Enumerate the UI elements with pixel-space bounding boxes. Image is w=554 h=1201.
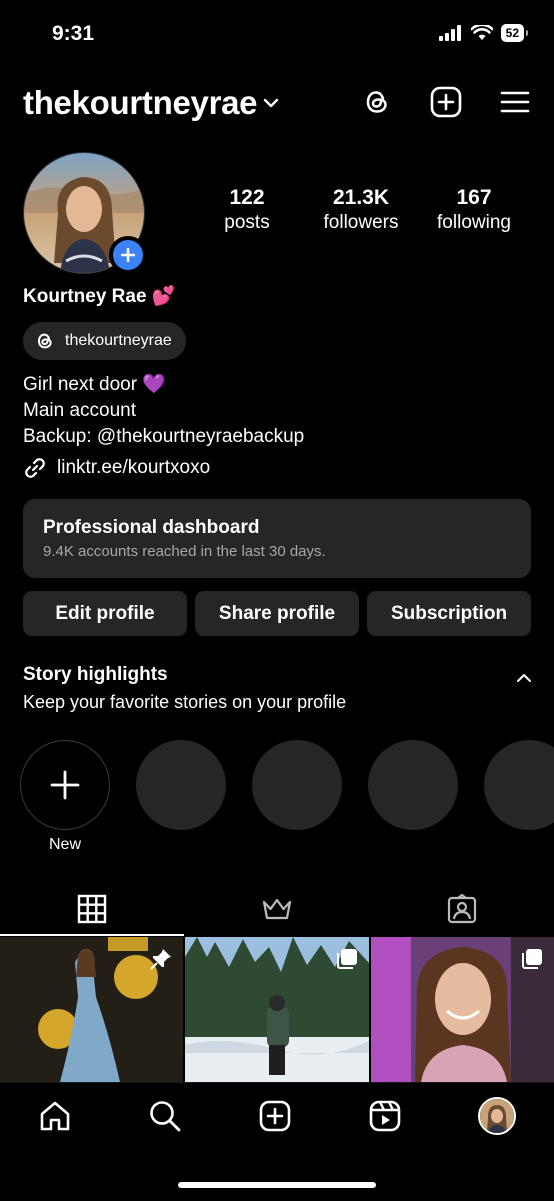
search-icon[interactable] [148, 1099, 182, 1133]
edit-profile-button[interactable]: Edit profile [23, 591, 187, 636]
highlight-placeholder [368, 740, 458, 830]
stat-label: posts [224, 212, 270, 233]
tab-posts-grid[interactable] [0, 884, 184, 934]
grid-icon [77, 894, 107, 924]
threads-handle: thekourtneyrae [65, 332, 172, 349]
create-icon[interactable] [258, 1099, 292, 1133]
post-grid [0, 937, 554, 1082]
stat-label: followers [323, 212, 399, 233]
post-thumbnail[interactable] [370, 937, 554, 1082]
tagged-person-icon [447, 893, 477, 924]
threads-badge[interactable]: thekourtneyrae [23, 322, 186, 360]
subscription-button[interactable]: Subscription [367, 591, 531, 636]
menu-icon[interactable] [500, 90, 530, 114]
new-highlight-button[interactable] [20, 740, 110, 830]
signal-icon [438, 25, 461, 41]
highlights-row [20, 740, 554, 830]
link-text: linktr.ee/kourtxoxo [57, 457, 211, 478]
highlights-subtitle: Keep your favorite stories on your profi… [23, 692, 347, 712]
bio-line: Main account [23, 400, 137, 421]
carousel-icon [336, 949, 357, 969]
share-profile-button[interactable]: Share profile [195, 591, 359, 636]
status-time: 9:31 [52, 22, 95, 45]
bio-line: Girl next door 💜 [23, 374, 166, 395]
home-icon[interactable] [38, 1099, 72, 1133]
dashboard-subtitle: 9.4K accounts reached in the last 30 day… [43, 543, 326, 560]
stat-value: 122 [229, 186, 265, 209]
stat-value: 21.3K [332, 186, 390, 209]
highlight-placeholder [136, 740, 226, 830]
bio-link[interactable]: linktr.ee/kourtxoxo [23, 456, 210, 480]
bio: Girl next door 💜 Main account Backup: @t… [23, 372, 304, 450]
carousel-icon [521, 949, 542, 969]
wifi-icon [470, 25, 493, 40]
threads-icon [37, 333, 52, 349]
tab-tagged[interactable] [370, 884, 554, 934]
professional-dashboard[interactable]: Professional dashboard 9.4K accounts rea… [23, 499, 531, 578]
post-thumbnail[interactable] [0, 937, 184, 1082]
reels-icon[interactable] [368, 1099, 402, 1133]
create-post-icon[interactable] [430, 86, 462, 118]
dashboard-title: Professional dashboard [43, 517, 260, 538]
profile-avatar[interactable] [23, 152, 147, 274]
highlights-title: Story highlights [23, 664, 168, 685]
profile-tabs [0, 884, 554, 936]
display-name: Kourtney Rae 💕 [23, 286, 176, 307]
chevron-down-icon [264, 98, 279, 108]
post-thumbnail[interactable] [185, 937, 369, 1082]
add-story-button[interactable] [109, 236, 147, 274]
home-indicator [178, 1182, 376, 1188]
battery-indicator: 52 [500, 24, 529, 42]
tab-subscriptions[interactable] [185, 884, 369, 934]
status-icons: 52 [438, 24, 529, 42]
header-username: thekourtneyrae [23, 84, 258, 121]
bio-line[interactable]: Backup: @thekourtneyraebackup [23, 424, 304, 450]
link-icon [25, 458, 45, 478]
stat-following[interactable]: 167 following [426, 186, 522, 234]
threads-icon[interactable] [362, 87, 392, 117]
profile-nav-avatar[interactable] [478, 1097, 516, 1135]
stat-value: 167 [456, 186, 492, 209]
highlight-placeholder [484, 740, 554, 830]
pin-icon [150, 949, 172, 970]
crown-icon [262, 898, 292, 920]
highlight-placeholder [252, 740, 342, 830]
stat-followers[interactable]: 21.3K followers [312, 186, 410, 234]
plus-icon [50, 770, 80, 800]
stat-posts[interactable]: 122 posts [206, 186, 288, 234]
stat-label: following [437, 212, 511, 233]
bottom-nav [0, 1082, 554, 1201]
new-highlight-label: New [48, 836, 81, 853]
chevron-up-icon[interactable] [516, 672, 532, 684]
plus-icon [121, 248, 135, 262]
account-switcher[interactable]: thekourtneyrae [23, 84, 279, 122]
active-tab-indicator [0, 934, 184, 936]
